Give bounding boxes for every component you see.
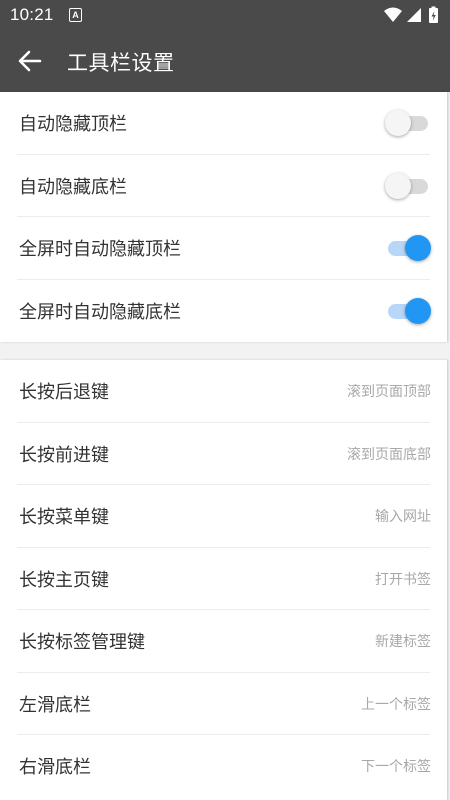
option-row[interactable]: 左滑底栏 上一个标签 [0, 673, 447, 736]
toggle-label: 全屏时自动隐藏顶栏 [19, 239, 181, 261]
option-label: 长按菜单键 [19, 507, 109, 529]
toggle-label: 自动隐藏底栏 [19, 176, 127, 198]
option-row[interactable]: 长按后退键 滚到页面顶部 [0, 360, 447, 423]
option-label: 长按前进键 [19, 444, 109, 466]
back-button[interactable] [14, 45, 46, 77]
option-value: 新建标签 [375, 634, 431, 651]
signal-icon [407, 8, 421, 22]
option-label: 长按标签管理键 [19, 632, 145, 654]
app-bar: 工具栏设置 [0, 30, 450, 92]
toggle-row[interactable]: 自动隐藏底栏 [0, 155, 447, 218]
toggle-row[interactable]: 自动隐藏顶栏 [0, 92, 447, 155]
gesture-settings: 长按后退键 滚到页面顶部 长按前进键 滚到页面底部 长按菜单键 输入网址 长按主… [0, 360, 447, 800]
toggle-row[interactable]: 全屏时自动隐藏底栏 [0, 280, 447, 343]
toggle-row[interactable]: 全屏时自动隐藏顶栏 [0, 217, 447, 280]
toggle-thumb [405, 297, 431, 324]
settings-screen: 10:21 A 工具栏设置 自动隐藏顶栏 自动隐藏底栏 全屏时自动隐藏顶栏 全屏… [0, 0, 450, 800]
option-value: 输入网址 [375, 509, 431, 526]
option-value: 滚到页面顶部 [347, 384, 431, 401]
page-title: 工具栏设置 [67, 51, 175, 75]
toggle-thumb [385, 110, 411, 137]
status-bar: 10:21 A [0, 0, 450, 30]
option-value: 上一个标签 [361, 696, 431, 713]
option-row[interactable]: 长按菜单键 输入网址 [0, 485, 447, 548]
option-row[interactable]: 长按主页键 打开书签 [0, 548, 447, 611]
toggle-switch[interactable] [385, 109, 431, 137]
arrow-left-icon [18, 50, 42, 72]
option-value: 下一个标签 [361, 759, 431, 776]
status-time: 10:21 [10, 5, 54, 24]
a-icon: A [69, 8, 82, 22]
option-label: 右滑底栏 [19, 757, 91, 779]
toggle-switch[interactable] [385, 234, 431, 262]
auto-hide-settings: 自动隐藏顶栏 自动隐藏底栏 全屏时自动隐藏顶栏 全屏时自动隐藏底栏 [0, 92, 447, 342]
toggle-label: 自动隐藏顶栏 [19, 114, 127, 136]
toggle-switch[interactable] [385, 297, 431, 325]
status-icons [383, 6, 443, 24]
toggle-label: 全屏时自动隐藏底栏 [19, 301, 181, 323]
option-row[interactable]: 长按标签管理键 新建标签 [0, 610, 447, 673]
option-label: 长按后退键 [19, 382, 109, 404]
option-label: 左滑底栏 [19, 694, 91, 716]
option-value: 打开书签 [375, 571, 431, 588]
option-row[interactable]: 右滑底栏 下一个标签 [0, 735, 447, 798]
toggle-thumb [385, 172, 411, 199]
wifi-icon [384, 7, 402, 22]
option-row[interactable]: 长按前进键 滚到页面底部 [0, 423, 447, 486]
option-value: 滚到页面底部 [347, 446, 431, 463]
battery-charging-icon [429, 6, 438, 23]
toggle-switch[interactable] [385, 172, 431, 200]
option-label: 长按主页键 [19, 569, 109, 591]
toggle-thumb [405, 235, 431, 262]
